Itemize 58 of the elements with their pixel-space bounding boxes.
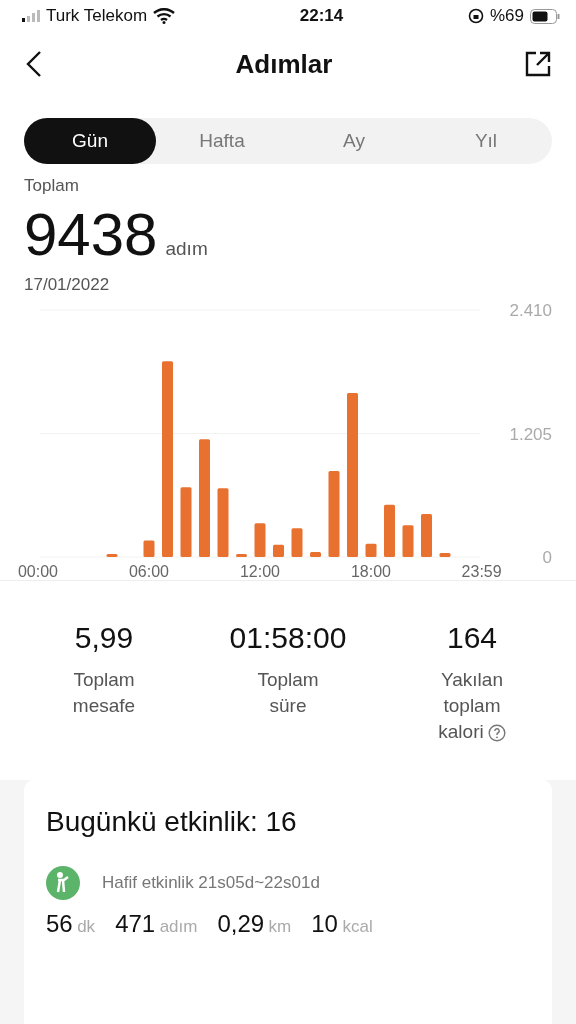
bar xyxy=(180,487,192,557)
metric-unit: km xyxy=(268,917,292,936)
rotation-lock-icon xyxy=(467,8,484,24)
activity-description: Hafif etkinlik 21s05d~22s01d xyxy=(102,873,320,893)
bar xyxy=(106,554,118,557)
total-label: Toplam xyxy=(24,176,80,196)
stat-label: Toplam mesafe xyxy=(71,668,137,718)
axis-label: 06:00 xyxy=(129,563,169,580)
period-tab[interactable]: Yıl xyxy=(420,118,552,164)
share-button[interactable] xyxy=(524,50,552,78)
bar xyxy=(217,488,229,557)
signal-icon xyxy=(22,10,40,22)
axis-label: 12:00 xyxy=(240,563,280,580)
axis-label: 0 xyxy=(542,548,552,567)
bar xyxy=(421,513,432,557)
help-icon[interactable] xyxy=(487,724,506,742)
clock: 22:14 xyxy=(299,6,344,26)
bar xyxy=(365,543,377,557)
walking-person-icon xyxy=(46,866,80,900)
bar xyxy=(273,544,284,557)
activity-title: Bugünkü etkinlik: 16 xyxy=(46,806,297,837)
battery-icon xyxy=(530,8,560,24)
stat-label: Yakılan toplam kalori xyxy=(427,667,517,745)
metric-value: 0,29 xyxy=(217,910,265,937)
metric-unit: adım xyxy=(159,917,198,936)
metric-unit: dk xyxy=(77,917,96,936)
axis-label: 23:59 xyxy=(461,563,502,580)
axis-label: 1.205 xyxy=(509,424,552,444)
battery-percent: %69 xyxy=(489,6,524,26)
stat-value: 164 xyxy=(446,621,498,655)
period-tab[interactable]: Gün xyxy=(24,118,156,164)
bar xyxy=(402,525,414,557)
axis-label: 00:00 xyxy=(18,563,58,580)
metric-value: 10 xyxy=(311,910,338,937)
bar xyxy=(439,552,451,557)
axis-label: 18:00 xyxy=(351,563,391,580)
back-button[interactable] xyxy=(24,50,44,78)
date-label: 17/01/2022 xyxy=(24,275,111,295)
metric-value: 56 xyxy=(46,910,73,937)
period-tab[interactable]: Ay xyxy=(288,118,420,164)
stat-value: 5,99 xyxy=(74,621,134,655)
bar xyxy=(254,523,266,557)
bar xyxy=(310,551,321,557)
unit-label: adım xyxy=(165,238,208,260)
axis-label: 2.410 xyxy=(509,301,552,320)
bar xyxy=(291,528,303,557)
bar xyxy=(384,504,395,557)
stat-value: 01:58:00 xyxy=(229,621,347,655)
bar xyxy=(143,540,155,557)
carrier-name: Turk Telekom xyxy=(46,6,148,26)
wifi-icon xyxy=(153,8,176,24)
step-count: 9438 xyxy=(24,200,158,269)
period-tab[interactable]: Hafta xyxy=(156,118,288,164)
metric-value: 471 xyxy=(115,910,156,937)
metric-unit: kcal xyxy=(342,917,373,936)
bar xyxy=(236,553,247,557)
page-title: Adımlar xyxy=(235,48,333,80)
stat-label: Toplam süre xyxy=(256,668,320,718)
